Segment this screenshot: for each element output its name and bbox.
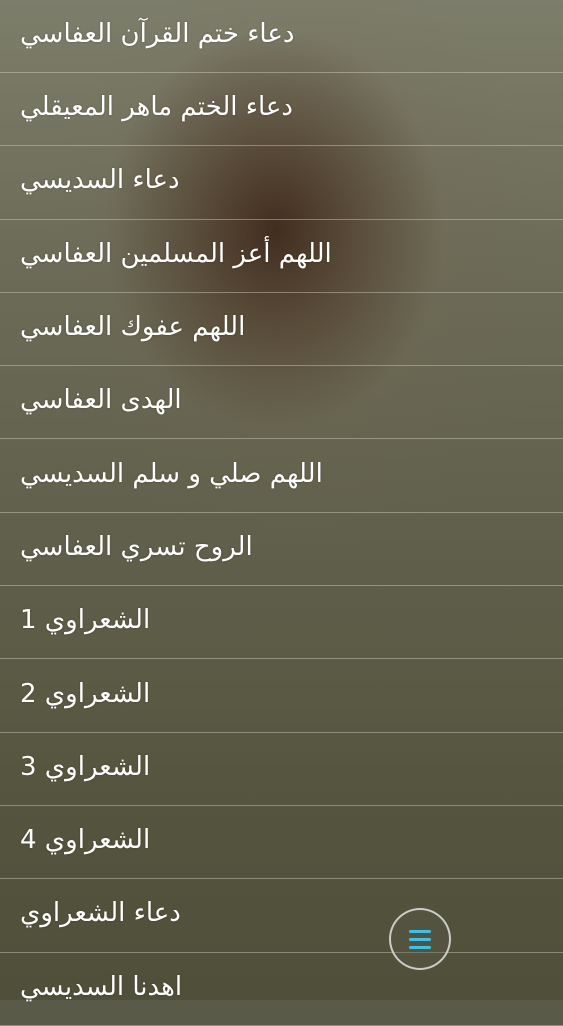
list-item-label: دعاء الشعراوي [20,898,181,929]
list-item-label: دعاء السديسي [20,165,180,196]
list-item[interactable]: الشعراوي 3 [0,733,563,806]
hamburger-menu-icon [409,929,431,933]
list-item-label: اهدنا السديسي [20,971,183,1002]
list-item[interactable]: دعاء السديسي [0,146,563,220]
list-item[interactable]: الهدى العفاسي [0,366,563,440]
hamburger-menu-icon [409,945,431,949]
list-item-label: الشعراوي 1 [20,605,151,636]
list-item[interactable]: اهدنا السديسي [0,953,563,1026]
list-item[interactable]: الشعراوي 2 [0,659,563,733]
list-item[interactable]: دعاء ختم القرآن العفاسي [0,0,563,73]
list-item-label: اللهم صلي و سلم السديسي [20,458,323,489]
list-item-label: دعاء ختم القرآن العفاسي [20,18,295,49]
list-item-label: الشعراوي 4 [20,824,151,855]
list-item[interactable]: الروح تسري العفاسي [0,513,563,587]
list-item-label: الشعراوي 3 [20,751,151,782]
list-item[interactable]: اللهم أعز المسلمين العفاسي [0,220,563,293]
list-item-label: الهدى العفاسي [20,385,182,416]
hamburger-menu-icon [409,937,431,941]
list-item[interactable]: اللهم عفوك العفاسي [0,293,563,367]
list-item-label: اللهم أعز المسلمين العفاسي [20,238,332,269]
list-item[interactable]: دعاء الختم ماهر المعيقلي [0,73,563,147]
audio-list: دعاء ختم القرآن العفاسي دعاء الختم ماهر … [0,0,563,1026]
list-item-label: الروح تسري العفاسي [20,531,253,562]
list-item-label: دعاء الختم ماهر المعيقلي [20,91,294,122]
menu-button[interactable] [389,908,451,970]
list-item[interactable]: اللهم صلي و سلم السديسي [0,439,563,513]
list-item-label: الشعراوي 2 [20,678,151,709]
list-item[interactable]: دعاء الشعراوي [0,879,563,953]
list-item-label: اللهم عفوك العفاسي [20,311,246,342]
list-item[interactable]: الشعراوي 4 [0,806,563,880]
list-item[interactable]: الشعراوي 1 [0,586,563,660]
